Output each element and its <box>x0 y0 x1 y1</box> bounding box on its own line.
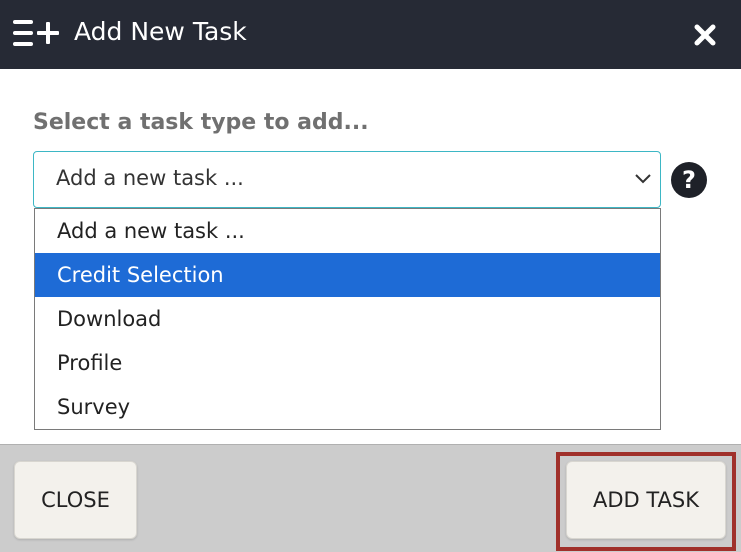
close-icon[interactable] <box>690 20 720 50</box>
help-icon[interactable]: ? <box>671 162 707 198</box>
option-download[interactable]: Download <box>35 297 660 341</box>
task-type-select[interactable]: Add a new task ... <box>33 151 661 208</box>
add-task-button[interactable]: ADD TASK <box>566 461 726 539</box>
add-list-icon <box>13 20 59 46</box>
add-task-dialog: Add New Task Select a task type to add..… <box>0 0 741 552</box>
close-button[interactable]: CLOSE <box>14 461 137 539</box>
chevron-down-icon <box>635 174 651 184</box>
option-profile[interactable]: Profile <box>35 341 660 385</box>
dialog-header: Add New Task <box>0 0 741 69</box>
dialog-title: Add New Task <box>74 17 247 46</box>
task-type-select-value: Add a new task ... <box>56 166 244 190</box>
task-type-prompt: Select a task type to add... <box>33 110 369 135</box>
dialog-footer: CLOSE ADD TASK <box>0 444 741 552</box>
option-survey[interactable]: Survey <box>35 385 660 429</box>
option-credit-selection[interactable]: Credit Selection <box>35 253 660 297</box>
task-type-dropdown-list: Add a new task ... Credit Selection Down… <box>34 208 661 430</box>
option-add-new-task[interactable]: Add a new task ... <box>35 209 660 253</box>
